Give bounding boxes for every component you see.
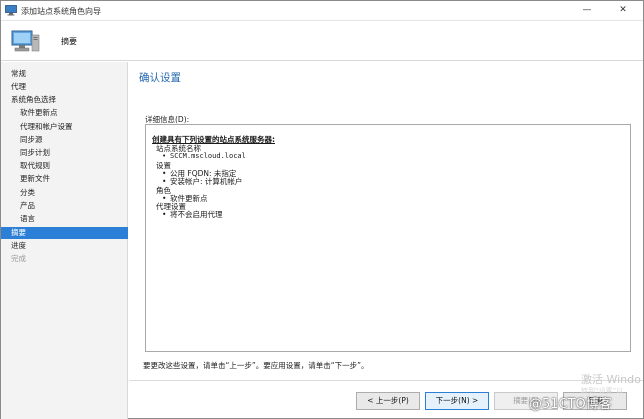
details-heading: 创建具有下列设置的站点系统服务器: [152,135,275,144]
computer-monitor-icon [11,30,40,52]
nav-item-completion: 完成 [11,254,26,263]
nav-item-general[interactable]: 常规 [11,68,127,80]
bullet-icon: • [162,152,167,160]
nav-item-update-files[interactable]: 更新文件 [20,173,127,185]
nav-item-proxy[interactable]: 代理 [11,81,127,93]
header-title: 摘要 [61,37,77,46]
details-line: • 将不会启用代理 [162,210,223,219]
title-bar[interactable]: 添加站点系统角色向导 — ✕ [1,1,643,21]
nav-item-progress[interactable]: 进度 [11,240,127,252]
blog-watermark: @51CTO博客 [529,397,612,412]
details-line: • 安装帐户: 计算机帐户 [162,177,243,186]
nav-item-supersedence-rules[interactable]: 取代规则 [20,160,127,172]
wizard-header: 摘要 [1,21,643,61]
instruction-text: 要更改这些设置，请单击“上一步”。要应用设置，请单击“下一步”。 [143,361,369,370]
nav-item-classifications[interactable]: 分类 [20,187,127,199]
minimize-button[interactable]: — [575,3,599,17]
bullet-icon: • [162,210,167,219]
nav-item-sync-source[interactable]: 同步源 [20,134,127,146]
nav-item-products[interactable]: 产品 [20,200,127,212]
nav-item-role-selection[interactable]: 系统角色选择 [11,94,127,106]
wizard-nav: 常规 代理 系统角色选择 软件更新点 代理和帐户设置 同步源 同步计划 取代规则… [1,62,128,419]
computer-icon [5,5,17,16]
nav-item-languages[interactable]: 语言 [20,213,127,225]
nav-item-summary[interactable]: 摘要 [1,227,128,239]
previous-button[interactable]: < 上一步(P) [356,392,420,410]
page-title: 确认设置 [139,72,181,84]
details-textbox[interactable]: 创建具有下列设置的站点系统服务器: 站点系统名称 • SCCM.mscloud.l… [145,124,631,352]
nav-item-software-update-point[interactable]: 软件更新点 [20,107,127,119]
close-button[interactable]: ✕ [611,3,635,17]
next-button[interactable]: 下一步(N) > [425,392,489,410]
window-title: 添加站点系统角色向导 [21,7,101,16]
activation-watermark: 激活 Windo [581,373,641,386]
wizard-window: 添加站点系统角色向导 — ✕ 摘要 常规 代理 系统角色选择 软件更新点 代理和… [0,0,644,419]
nav-item-sync-schedule[interactable]: 同步计划 [20,147,127,159]
details-line: • SCCM.mscloud.local [162,152,246,160]
button-divider [129,380,643,381]
bullet-icon: • [162,177,167,186]
nav-item-proxy-account-settings[interactable]: 代理和帐户设置 [20,121,127,133]
